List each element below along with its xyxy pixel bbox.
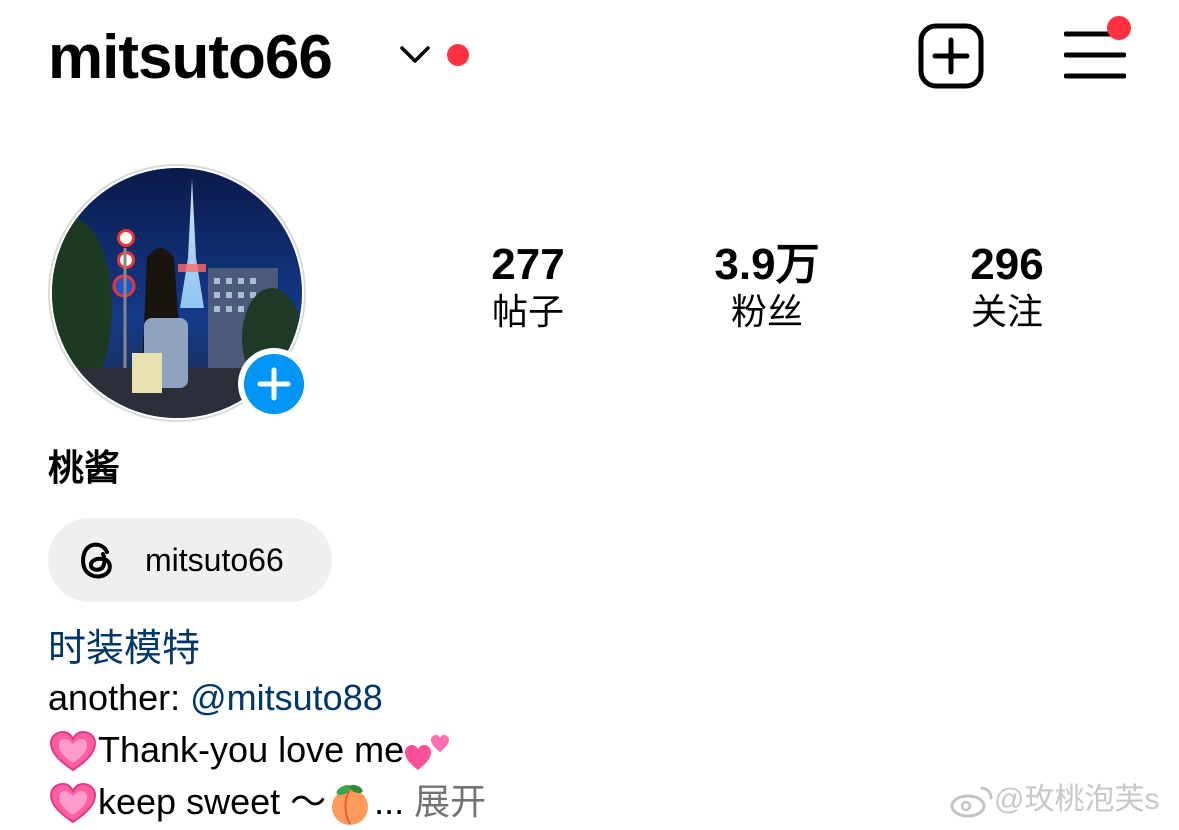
stat-following[interactable]: 296 关注 bbox=[907, 240, 1107, 334]
heart-icon bbox=[49, 731, 97, 772]
stat-followers[interactable]: 3.9万 粉丝 bbox=[667, 240, 867, 334]
stat-followers-value: 3.9万 bbox=[714, 240, 820, 289]
bio-mention-link[interactable]: @mitsuto88 bbox=[190, 677, 383, 718]
bio-line-3: keep sweet ～ ... 展开 bbox=[48, 780, 486, 826]
chevron-down-icon[interactable] bbox=[398, 40, 432, 68]
profile-category: 时装模特 bbox=[48, 628, 201, 670]
watermark-text: @玫桃泡芙s bbox=[994, 783, 1160, 816]
add-square-icon[interactable] bbox=[917, 22, 985, 90]
peach-icon bbox=[332, 785, 369, 826]
bio-line-3-text: keep sweet ～ bbox=[98, 781, 327, 822]
weibo-icon bbox=[950, 786, 993, 818]
heart-icon bbox=[49, 783, 97, 824]
two-hearts-icon bbox=[405, 735, 450, 771]
plus-icon[interactable] bbox=[244, 354, 304, 414]
bio-line-2-text: Thank-you love me bbox=[98, 729, 405, 770]
stat-posts-value: 277 bbox=[491, 240, 565, 289]
stat-posts-label: 帖子 bbox=[491, 291, 564, 332]
bio-prefix: another: bbox=[48, 677, 191, 718]
watermark: @玫桃泡芙s bbox=[950, 780, 1159, 820]
profile-username[interactable]: mitsuto66 bbox=[48, 18, 333, 98]
threads-icon bbox=[81, 542, 112, 579]
account-notification-dot bbox=[447, 44, 469, 66]
threads-handle: mitsuto66 bbox=[145, 542, 284, 578]
menu-notification-dot bbox=[1107, 16, 1131, 40]
stat-followers-label: 粉丝 bbox=[730, 291, 803, 332]
stat-following-label: 关注 bbox=[970, 291, 1043, 332]
bio-line-1: another: @mitsuto88 bbox=[48, 676, 383, 720]
bio-ellipsis: ... bbox=[374, 781, 415, 822]
stat-following-value: 296 bbox=[970, 240, 1044, 289]
bio-line-2: Thank-you love me bbox=[48, 728, 454, 774]
display-name: 桃酱 bbox=[48, 447, 121, 488]
bio-more-link[interactable]: 展开 bbox=[414, 781, 486, 822]
stat-posts[interactable]: 277 帖子 bbox=[428, 240, 628, 334]
